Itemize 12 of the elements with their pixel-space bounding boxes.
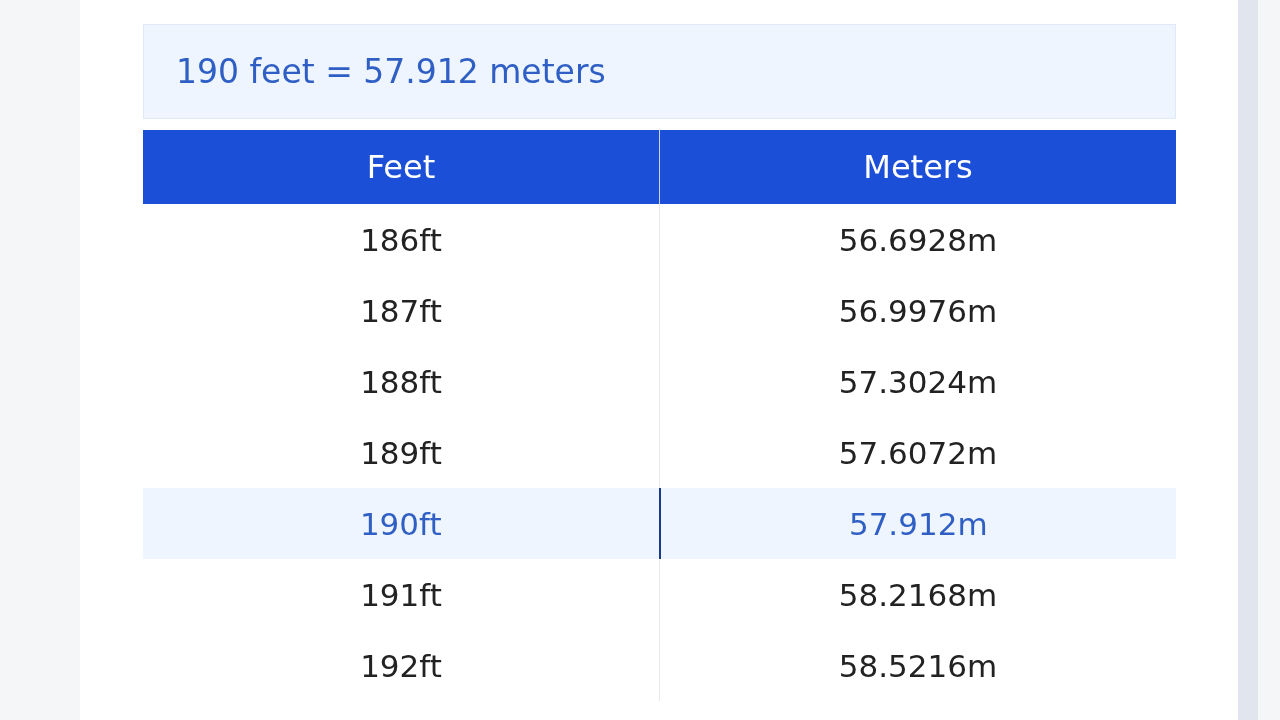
table-cell: 192ft (143, 630, 660, 701)
table-cell: 188ft (143, 346, 660, 417)
conversion-result: 190 feet = 57.912 meters (143, 24, 1176, 119)
scrollbar[interactable] (1238, 0, 1258, 720)
table-cell: 190ft (143, 488, 660, 559)
column-header: Meters (659, 130, 1176, 204)
table-cell: 186ft (143, 204, 660, 275)
table-cell: 58.5216m (659, 630, 1176, 701)
table-cell: 189ft (143, 417, 660, 488)
table-cell: 187ft (143, 275, 660, 346)
table-cell: 191ft (143, 559, 660, 630)
column-header: Feet (143, 130, 660, 204)
